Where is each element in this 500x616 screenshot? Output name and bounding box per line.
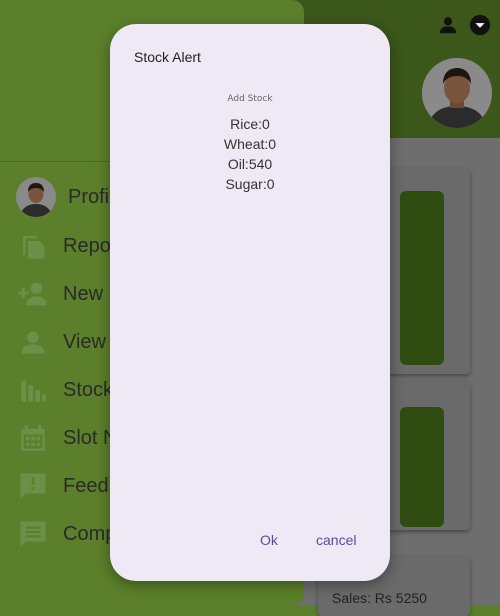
calendar-icon — [17, 422, 49, 454]
drawer-item-feedback[interactable]: Feed — [0, 464, 109, 508]
complaint-icon — [17, 518, 49, 550]
drawer-item-complaint[interactable]: Comp — [0, 512, 116, 556]
person-icon — [17, 326, 49, 358]
profile-avatar — [16, 177, 56, 217]
account-icon[interactable] — [437, 14, 459, 36]
stock-item: Sugar:0 — [225, 176, 275, 192]
drawer-item-label: View — [63, 330, 106, 353]
user-avatar[interactable] — [422, 58, 492, 128]
stock-list: Rice:0 Wheat:0 Oil:540 Sugar:0 — [110, 114, 390, 194]
stock-item: Oil:540 — [227, 156, 273, 172]
dialog-subtitle: Add Stock — [227, 94, 273, 104]
drawer-item-new[interactable]: New — [0, 272, 103, 316]
dialog-title: Stock Alert — [134, 49, 201, 65]
drawer-item-label: Comp — [63, 522, 117, 545]
stock-chart-icon — [17, 374, 49, 406]
ok-button[interactable]: Ok — [260, 532, 278, 548]
cancel-button[interactable]: cancel — [316, 532, 356, 548]
drawer-item-label: Stock — [63, 378, 114, 401]
stock-item: Rice:0 — [230, 116, 270, 132]
stock-alert-dialog: Stock Alert Add Stock Rice:0 Wheat:0 Oil… — [110, 24, 390, 581]
drawer-item-view[interactable]: View — [0, 320, 106, 364]
reports-icon — [17, 230, 49, 262]
sales-text: Sales: Rs 5250 — [332, 590, 427, 606]
feedback-icon — [17, 470, 49, 502]
drawer-item-label: Repo — [63, 234, 111, 257]
drawer-item-label: Profi — [68, 185, 110, 208]
drawer-item-stock[interactable]: Stock — [0, 368, 113, 412]
drawer-item-label: New — [63, 282, 104, 305]
card-highlight — [400, 191, 444, 365]
drawer-item-slot[interactable]: Slot N — [0, 416, 117, 460]
add-user-icon — [17, 278, 49, 310]
dropdown-icon[interactable] — [469, 14, 491, 36]
stock-item: Wheat:0 — [223, 136, 277, 152]
drawer-item-label: Feed — [63, 474, 109, 497]
drawer-item-profile[interactable]: Profi — [0, 175, 109, 219]
card-highlight — [400, 407, 444, 527]
drawer-item-reports[interactable]: Repo — [0, 224, 111, 268]
